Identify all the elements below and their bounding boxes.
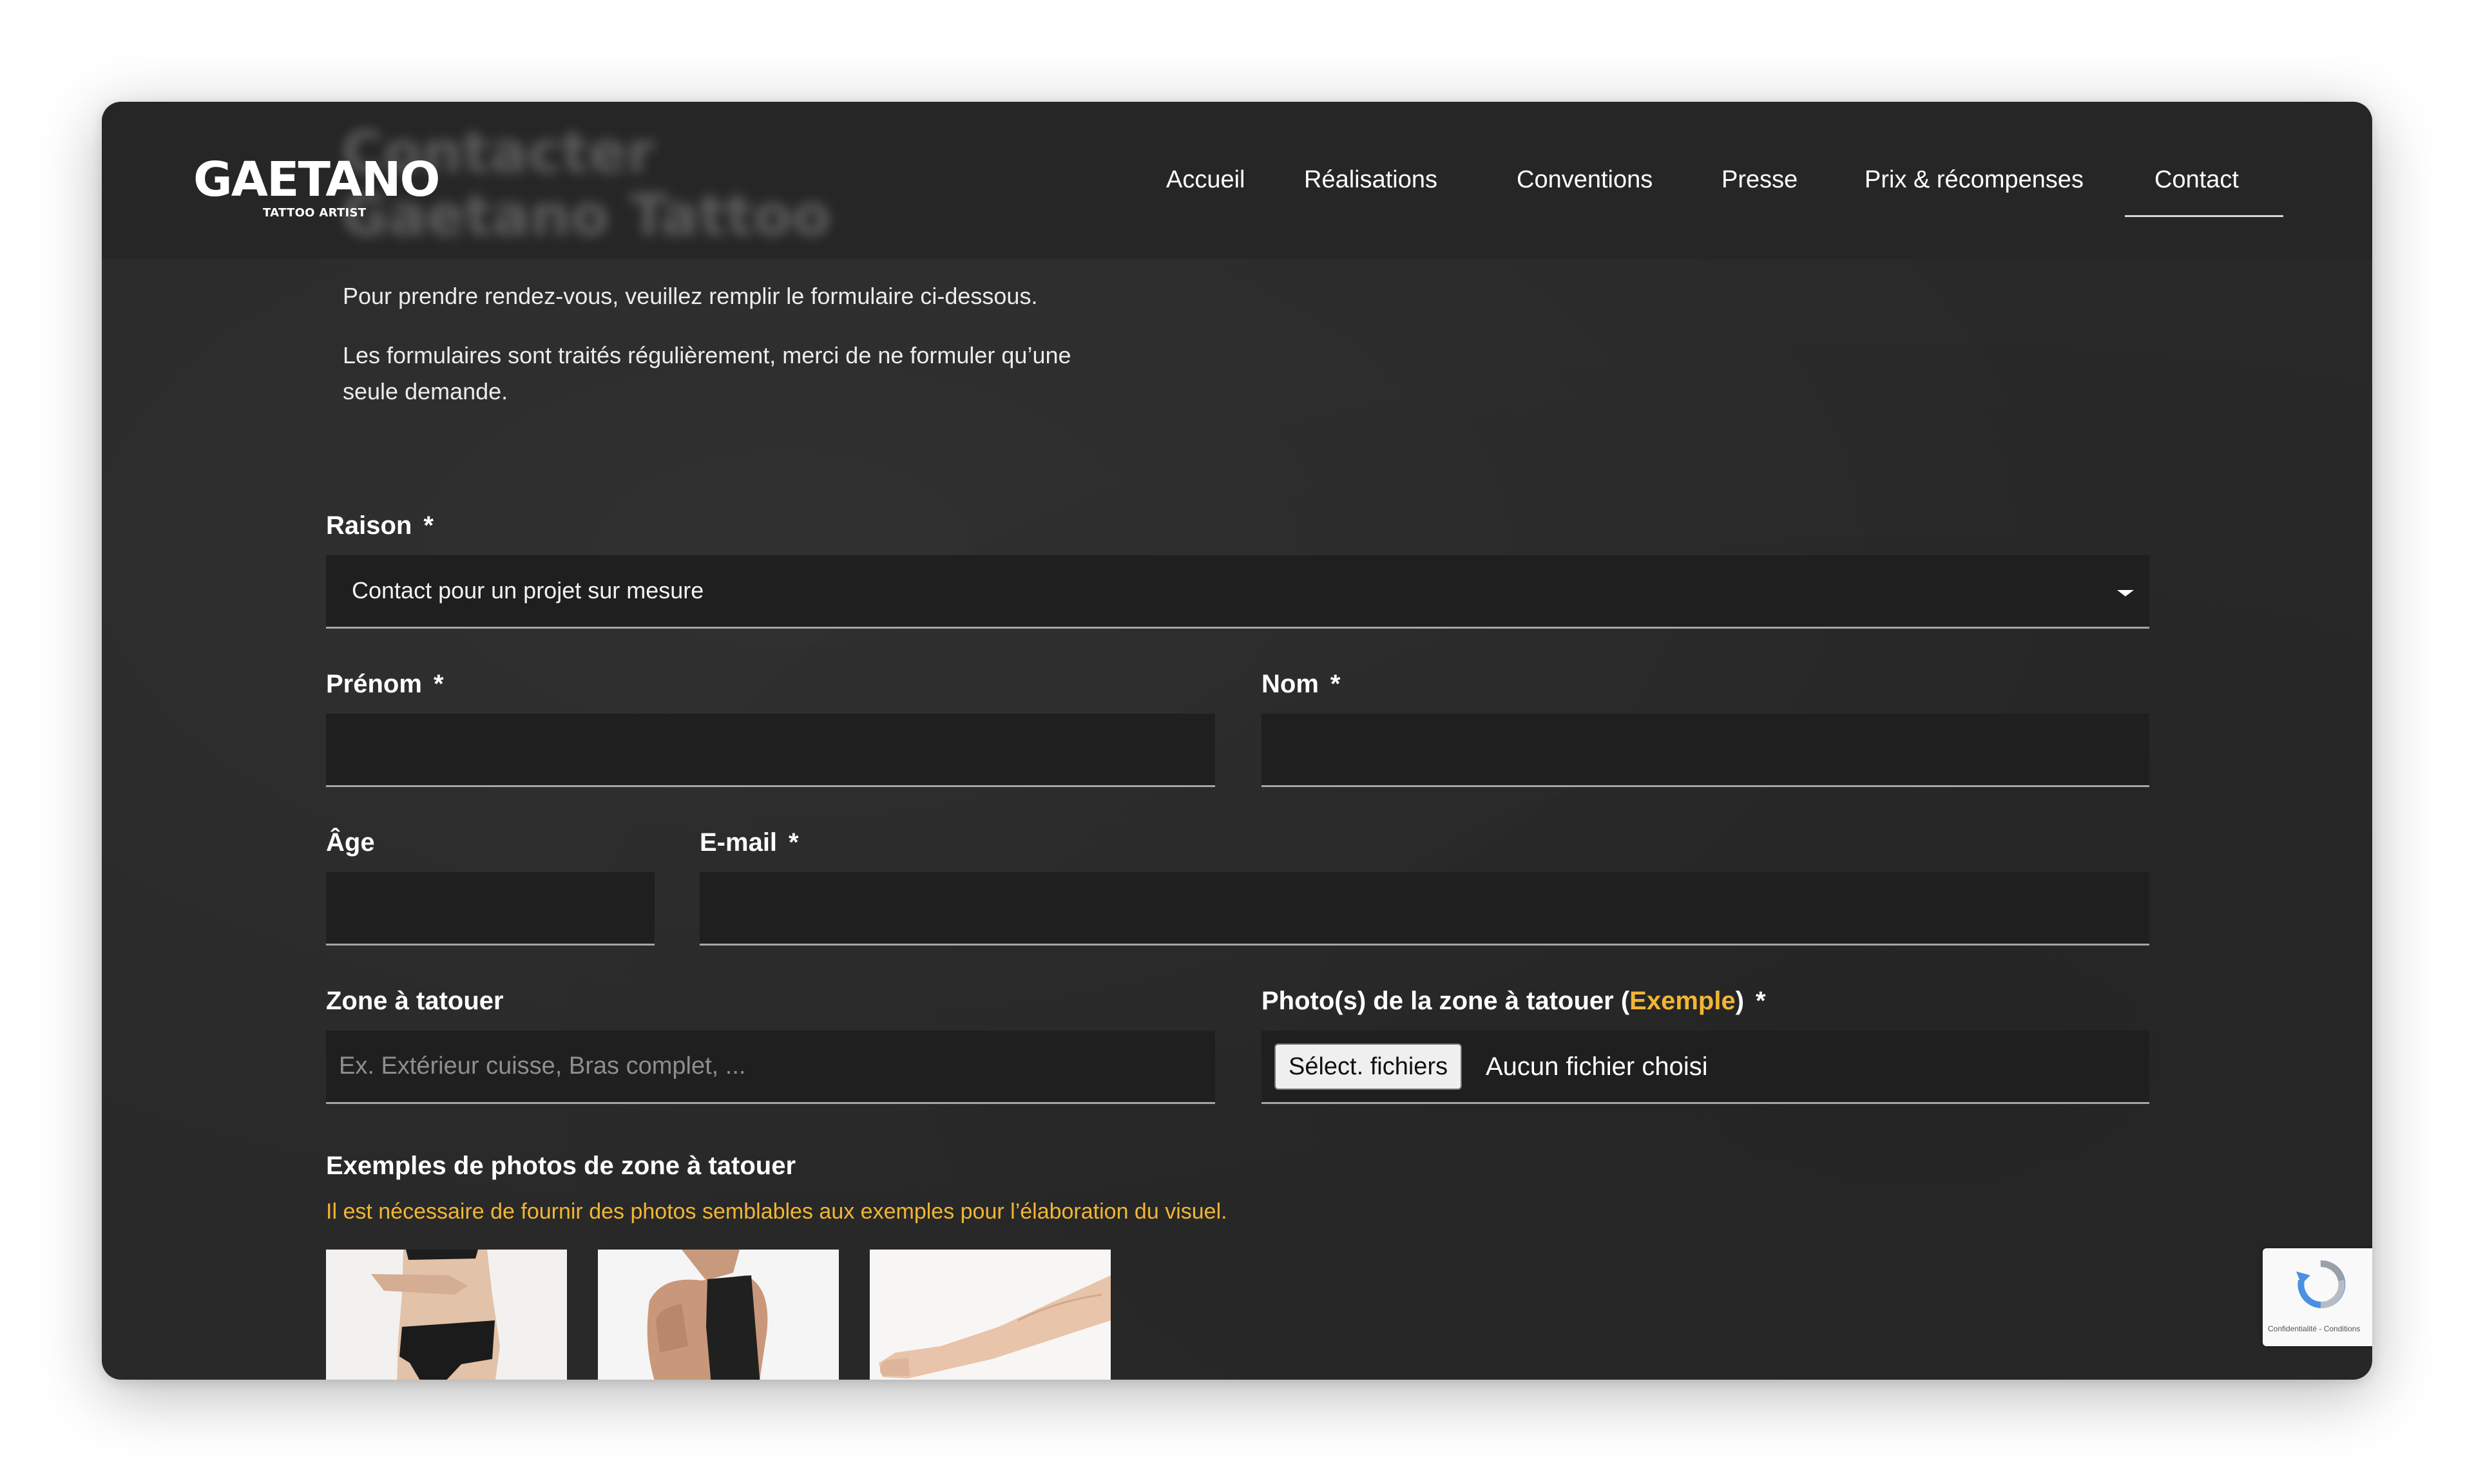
reason-select[interactable]: Contact pour un projet sur mesure bbox=[326, 555, 2149, 629]
examples-note: Il est nécessaire de fournir des photos … bbox=[326, 1199, 1227, 1224]
main-nav: Accueil Réalisations Conventions Presse … bbox=[102, 102, 2372, 259]
required-marker: * bbox=[1756, 987, 1766, 1015]
nav-item-realisations[interactable]: Réalisations bbox=[1304, 166, 1437, 194]
file-status-text: Aucun fichier choisi bbox=[1486, 1052, 1708, 1081]
nav-active-indicator bbox=[2125, 215, 2283, 217]
example-photo-forearm-image bbox=[870, 1250, 1111, 1380]
zone-label: Zone à tatouer bbox=[326, 987, 504, 1016]
age-input[interactable] bbox=[326, 872, 655, 946]
intro-text-2-line-2: seule demande. bbox=[343, 378, 508, 404]
lastname-label: Nom * bbox=[1261, 670, 1340, 699]
required-marker: * bbox=[789, 828, 799, 857]
firstname-label: Prénom * bbox=[326, 670, 444, 699]
nav-item-contact[interactable]: Contact bbox=[2154, 166, 2239, 194]
intro-text-2: Les formulaires sont traités régulièreme… bbox=[343, 338, 1071, 410]
reason-label: Raison * bbox=[326, 511, 434, 540]
nav-item-presse[interactable]: Presse bbox=[1721, 166, 1798, 194]
example-link[interactable]: Exemple bbox=[1629, 987, 1736, 1015]
firstname-label-text: Prénom bbox=[326, 670, 422, 698]
email-input[interactable] bbox=[700, 872, 2149, 946]
email-label: E-mail * bbox=[700, 828, 799, 857]
zone-input-placeholder: Ex. Extérieur cuisse, Bras complet, ... bbox=[339, 1052, 746, 1080]
required-marker: * bbox=[1330, 670, 1341, 698]
recaptcha-footer[interactable]: Confidentialité - Conditions bbox=[2268, 1324, 2360, 1333]
photos-file-input: Sélect. fichiers Aucun fichier choisi bbox=[1261, 1031, 2149, 1104]
required-marker: * bbox=[423, 511, 434, 540]
select-files-button[interactable]: Sélect. fichiers bbox=[1274, 1043, 1462, 1090]
example-photo-hip-image bbox=[326, 1250, 567, 1380]
firstname-input[interactable] bbox=[326, 714, 1215, 787]
zone-label-text: Zone à tatouer bbox=[326, 987, 504, 1015]
age-label-text: Âge bbox=[326, 828, 375, 857]
examples-heading: Exemples de photos de zone à tatouer bbox=[326, 1152, 796, 1180]
example-photo-shoulder[interactable] bbox=[598, 1250, 839, 1380]
reason-select-value: Contact pour un projet sur mesure bbox=[352, 577, 704, 604]
intro-text-2-line-1: Les formulaires sont traités régulièreme… bbox=[343, 342, 1071, 368]
recaptcha-badge[interactable]: Confidentialité - Conditions bbox=[2263, 1248, 2372, 1346]
intro-text-1: Pour prendre rendez-vous, veuillez rempl… bbox=[343, 283, 1038, 309]
lastname-label-text: Nom bbox=[1261, 670, 1319, 698]
example-photo-forearm[interactable] bbox=[870, 1250, 1111, 1380]
site-header: Contacter Gaetano Tattoo GAETANO TATTOO … bbox=[102, 102, 2372, 259]
photos-label-close: ) bbox=[1735, 987, 1745, 1015]
photos-label: Photo(s) de la zone à tatouer (Exemple) * bbox=[1261, 987, 1766, 1016]
reason-label-text: Raison bbox=[326, 511, 412, 540]
caret-down-icon bbox=[2117, 590, 2134, 596]
email-label-text: E-mail bbox=[700, 828, 778, 857]
lastname-input[interactable] bbox=[1261, 714, 2149, 787]
nav-item-conventions[interactable]: Conventions bbox=[1517, 166, 1653, 194]
nav-item-prix-recompenses[interactable]: Prix & récompenses bbox=[1865, 166, 2084, 194]
example-photo-shoulder-image bbox=[598, 1250, 839, 1380]
browser-window: Contacter Gaetano Tattoo GAETANO TATTOO … bbox=[102, 102, 2372, 1380]
age-label: Âge bbox=[326, 828, 375, 857]
example-photo-hip[interactable] bbox=[326, 1250, 567, 1380]
nav-item-accueil[interactable]: Accueil bbox=[1166, 166, 1245, 194]
photos-label-text: Photo(s) de la zone à tatouer ( bbox=[1261, 987, 1630, 1015]
zone-input[interactable]: Ex. Extérieur cuisse, Bras complet, ... bbox=[326, 1031, 1215, 1104]
required-marker: * bbox=[433, 670, 444, 698]
recaptcha-icon bbox=[2296, 1260, 2346, 1309]
